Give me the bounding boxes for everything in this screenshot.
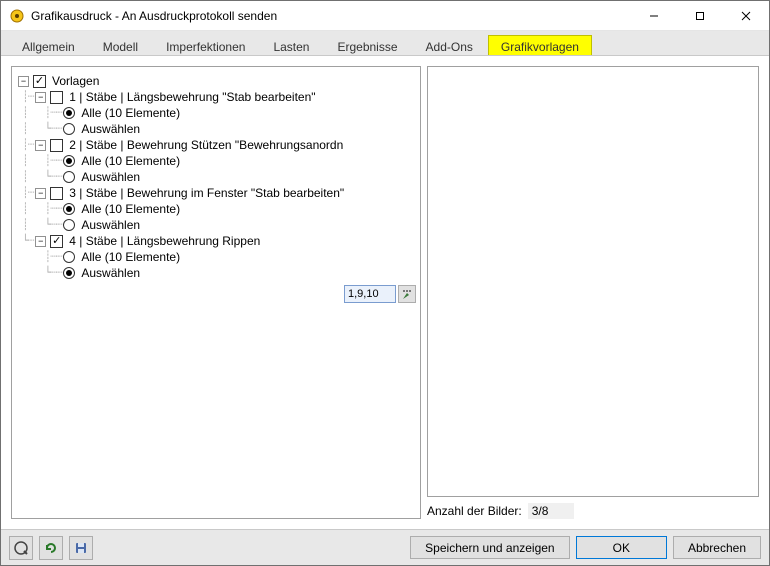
radio-item-1-alle[interactable] — [63, 107, 75, 119]
tab-modell[interactable]: Modell — [90, 35, 151, 55]
tree-connector: └┈┈ — [22, 265, 61, 281]
tree-item-1[interactable]: ┊┈ − 1 | Stäbe | Längsbewehrung "Stab be… — [16, 89, 416, 105]
tree-panel: − ✓ Vorlagen ┊┈ − 1 | Stäbe | Längsbeweh… — [11, 66, 421, 519]
tab-grafikvorlagen[interactable]: Grafikvorlagen — [488, 35, 592, 55]
radio-label: Alle (10 Elemente) — [79, 105, 182, 121]
tree-item-3[interactable]: ┊┈ − 3 | Stäbe | Bewehrung im Fenster "S… — [16, 185, 416, 201]
tree-connector: ┊┈ — [22, 185, 33, 201]
bottom-bar: Speichern und anzeigen OK Abbrechen — [1, 529, 769, 565]
cancel-button[interactable]: Abbrechen — [673, 536, 761, 559]
checkbox-item-1[interactable] — [50, 91, 63, 104]
radio-item-4-alle[interactable] — [63, 251, 75, 263]
tab-addons[interactable]: Add-Ons — [413, 35, 486, 55]
collapse-icon[interactable]: − — [35, 236, 46, 247]
image-count-value: 3/8 — [528, 503, 575, 519]
template-tree: − ✓ Vorlagen ┊┈ − 1 | Stäbe | Längsbeweh… — [16, 73, 416, 281]
tree-connector: ┊ └┈┈ — [22, 169, 61, 185]
dialog-window: Grafikausdruck - An Ausdruckprotokoll se… — [0, 0, 770, 566]
save-and-show-button[interactable]: Speichern und anzeigen — [410, 536, 569, 559]
image-count-row: Anzahl der Bilder: 3/8 — [427, 503, 759, 519]
save-icon-button[interactable] — [69, 536, 93, 560]
tree-connector: └┈ — [22, 233, 33, 249]
tree-connector: ┊ └┈┈ — [22, 217, 61, 233]
radio-item-3-alle[interactable] — [63, 203, 75, 215]
collapse-icon[interactable]: − — [35, 140, 46, 151]
app-icon — [9, 8, 25, 24]
checkbox-item-3[interactable] — [50, 187, 63, 200]
tree-item-4[interactable]: └┈ − ✓ 4 | Stäbe | Längsbewehrung Rippen — [16, 233, 416, 249]
radio-label: Auswählen — [79, 217, 142, 233]
tree-connector: ┊ ┊┈┈ — [22, 105, 61, 121]
selection-edit-box — [344, 284, 416, 304]
tree-item-4-alle[interactable]: ┊┈┈ Alle (10 Elemente) — [16, 249, 416, 265]
tree-item-4-label: 4 | Stäbe | Längsbewehrung Rippen — [67, 233, 262, 249]
tree-item-1-label: 1 | Stäbe | Längsbewehrung "Stab bearbei… — [67, 89, 317, 105]
tree-connector: ┊┈ — [22, 137, 33, 153]
checkbox-item-2[interactable] — [50, 139, 63, 152]
tree-item-3-label: 3 | Stäbe | Bewehrung im Fenster "Stab b… — [67, 185, 346, 201]
ok-button[interactable]: OK — [576, 536, 667, 559]
tree-item-1-alle[interactable]: ┊ ┊┈┈ Alle (10 Elemente) — [16, 105, 416, 121]
radio-label: Auswählen — [79, 265, 142, 281]
collapse-icon[interactable]: − — [18, 76, 29, 87]
content-area: − ✓ Vorlagen ┊┈ − 1 | Stäbe | Längsbeweh… — [1, 56, 769, 529]
help-button[interactable] — [9, 536, 33, 560]
maximize-button[interactable] — [677, 1, 723, 31]
tree-connector: ┊ ┊┈┈ — [22, 201, 61, 217]
preview-area — [427, 66, 759, 497]
checkbox-item-4[interactable]: ✓ — [50, 235, 63, 248]
tree-connector: ┊┈ — [22, 89, 33, 105]
tab-bar: Allgemein Modell Imperfektionen Lasten E… — [1, 31, 769, 56]
tree-item-3-sel[interactable]: ┊ └┈┈ Auswählen — [16, 217, 416, 233]
radio-label: Auswählen — [79, 121, 142, 137]
image-count-label: Anzahl der Bilder: — [427, 504, 522, 518]
tab-ergebnisse[interactable]: Ergebnisse — [324, 35, 410, 55]
selection-input[interactable] — [344, 285, 396, 303]
tree-item-2-alle[interactable]: ┊ ┊┈┈ Alle (10 Elemente) — [16, 153, 416, 169]
tree-connector: ┊┈┈ — [22, 249, 61, 265]
checkbox-root[interactable]: ✓ — [33, 75, 46, 88]
radio-item-1-sel[interactable] — [63, 123, 75, 135]
minimize-button[interactable] — [631, 1, 677, 31]
tree-item-3-alle[interactable]: ┊ ┊┈┈ Alle (10 Elemente) — [16, 201, 416, 217]
tree-root-label: Vorlagen — [50, 73, 101, 89]
radio-item-3-sel[interactable] — [63, 219, 75, 231]
radio-item-4-sel[interactable] — [63, 267, 75, 279]
tree-item-2-label: 2 | Stäbe | Bewehrung Stützen "Bewehrung… — [67, 137, 345, 153]
radio-item-2-sel[interactable] — [63, 171, 75, 183]
pick-elements-button[interactable] — [398, 285, 416, 303]
radio-label: Alle (10 Elemente) — [79, 201, 182, 217]
tree-root-row[interactable]: − ✓ Vorlagen — [16, 73, 416, 89]
right-panel: Anzahl der Bilder: 3/8 — [427, 66, 759, 519]
window-title: Grafikausdruck - An Ausdruckprotokoll se… — [31, 9, 631, 23]
tree-item-2-sel[interactable]: ┊ └┈┈ Auswählen — [16, 169, 416, 185]
collapse-icon[interactable]: − — [35, 188, 46, 199]
tab-lasten[interactable]: Lasten — [260, 35, 322, 55]
tree-item-1-sel[interactable]: ┊ └┈┈ Auswählen — [16, 121, 416, 137]
tree-item-4-sel[interactable]: └┈┈ Auswählen — [16, 265, 416, 281]
tree-connector: ┊ └┈┈ — [22, 121, 61, 137]
tree-connector: ┊ ┊┈┈ — [22, 153, 61, 169]
close-button[interactable] — [723, 1, 769, 31]
tree-item-2[interactable]: ┊┈ − 2 | Stäbe | Bewehrung Stützen "Bewe… — [16, 137, 416, 153]
tab-allgemein[interactable]: Allgemein — [9, 35, 88, 55]
radio-label: Auswählen — [79, 169, 142, 185]
reset-button[interactable] — [39, 536, 63, 560]
radio-label: Alle (10 Elemente) — [79, 153, 182, 169]
collapse-icon[interactable]: − — [35, 92, 46, 103]
tab-imperfektionen[interactable]: Imperfektionen — [153, 35, 258, 55]
radio-item-2-alle[interactable] — [63, 155, 75, 167]
titlebar: Grafikausdruck - An Ausdruckprotokoll se… — [1, 1, 769, 31]
radio-label: Alle (10 Elemente) — [79, 249, 182, 265]
